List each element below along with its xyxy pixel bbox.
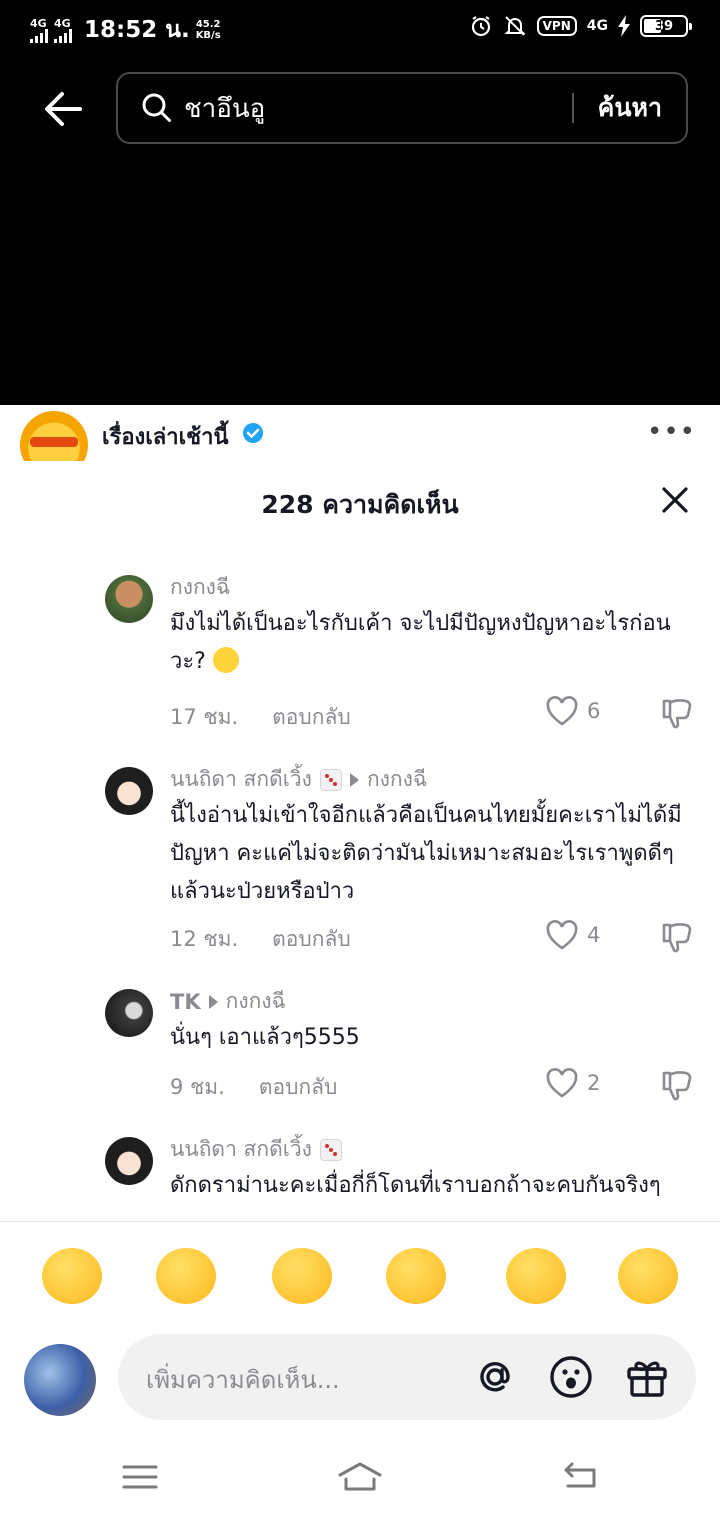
back-arrow-icon[interactable]	[40, 86, 86, 132]
comment-text: ดักดราม่านะคะเมื่อกี่ก็โดนที่เราบอกถ้าจะ…	[170, 1173, 661, 1198]
comment-avatar[interactable]	[105, 767, 153, 815]
like-count: 4	[587, 923, 601, 947]
tears-of-joy-emoji-icon[interactable]	[42, 1248, 102, 1304]
comment-username[interactable]: TK	[170, 990, 201, 1014]
search-box[interactable]: ชาอึนอู ค้นหา	[116, 72, 688, 144]
network-type-3: 4G	[586, 17, 608, 34]
vpn-indicator: VPN	[536, 16, 577, 36]
search-button[interactable]: ค้นหา	[574, 88, 686, 128]
like-count: 6	[587, 699, 601, 723]
heart-icon	[546, 920, 578, 950]
search-input[interactable]: ชาอึนอู	[184, 88, 572, 129]
sweat-smile-emoji-icon[interactable]	[272, 1248, 332, 1304]
system-navigation-bar	[0, 1436, 720, 1520]
like-button[interactable]: 6	[545, 695, 600, 727]
comment-text: นี้ไงอ่านไม่เข้าใจอีกแล้วคือเป็นคนไทยมั้…	[170, 803, 682, 904]
charging-icon	[618, 15, 630, 37]
thumbs-down-icon[interactable]	[660, 921, 694, 955]
menu-icon[interactable]	[120, 1460, 160, 1494]
heart-icon	[546, 696, 578, 726]
post-author-avatar[interactable]	[20, 411, 88, 461]
alarm-icon	[471, 16, 490, 37]
comment-text: นั่นๆ เอาแล้วๆ5555	[170, 1025, 360, 1050]
mute-bell-icon	[504, 16, 526, 36]
comment-input-placeholder: เพิ่มความคิดเห็น...	[146, 1366, 340, 1394]
comment-input[interactable]: เพิ่มความคิดเห็น...	[118, 1334, 696, 1420]
like-button[interactable]: 4	[545, 919, 600, 951]
network-speed: 45.2 KB/s	[196, 19, 221, 41]
reply-arrow-icon	[208, 994, 218, 1009]
comment-avatar[interactable]	[105, 989, 153, 1037]
clock: 18:52 น.	[84, 17, 190, 43]
comments-count-title: 228 ความคิดเห็น	[261, 490, 459, 519]
relieved-emoji-icon	[212, 647, 239, 673]
close-icon[interactable]	[660, 485, 690, 515]
search-icon	[142, 93, 171, 122]
speed-value: 45.2	[195, 19, 221, 30]
thumbs-down-icon[interactable]	[660, 697, 694, 731]
comment-time: 9 ชม.	[170, 1075, 225, 1099]
comment-avatar[interactable]	[105, 1137, 153, 1185]
signal-icon: 4G	[30, 18, 48, 43]
speed-unit: KB/s	[195, 30, 221, 41]
battery-level: 39	[654, 18, 674, 34]
reply-arrow-icon	[349, 772, 359, 787]
network-type-2: 4G	[54, 16, 71, 30]
reply-button[interactable]: ตอบกลับ	[272, 923, 351, 956]
reply-to-username[interactable]: กงกงฉี	[367, 763, 427, 796]
like-button[interactable]: 2	[545, 1067, 600, 1099]
comment-username[interactable]: กงกงฉี	[170, 571, 230, 604]
my-avatar[interactable]	[24, 1344, 96, 1416]
more-options-icon[interactable]: •••	[647, 417, 696, 447]
comment-username[interactable]: นนถิดา สกดีเวิ้ง	[170, 763, 312, 796]
comment-username[interactable]: นนถิดา สกดีเวิ้ง	[170, 1133, 312, 1166]
smiling-hearts-emoji-icon[interactable]	[506, 1248, 566, 1304]
quick-emoji-bar	[0, 1221, 720, 1326]
post-header: เรื่องเล่าเช้านี้ •••	[0, 405, 720, 461]
battery-icon: 39	[640, 15, 692, 37]
back-nav-icon[interactable]	[560, 1460, 600, 1494]
search-header: ชาอึนอู ค้นหา	[0, 56, 720, 405]
comment-time: 17 ชม.	[170, 705, 239, 729]
emoji-picker-icon[interactable]	[548, 1354, 594, 1400]
post-author-name[interactable]: เรื่องเล่าเช้านี้	[102, 419, 229, 454]
reply-to-username[interactable]: กงกงฉี	[226, 985, 286, 1018]
flushed-emoji-icon[interactable]	[618, 1248, 678, 1304]
reply-button[interactable]: ตอบกลับ	[272, 701, 351, 734]
comment-body: มึงไม่ได้เป็นอะไรกับเค้า จะไปมีปัญหงปัญห…	[170, 611, 671, 674]
like-count: 2	[587, 1071, 601, 1095]
thumbs-down-icon[interactable]	[660, 1069, 694, 1103]
mention-icon[interactable]	[472, 1354, 518, 1400]
dice-icon	[319, 1138, 342, 1161]
verified-badge-icon	[243, 423, 263, 443]
smirk-emoji-icon[interactable]	[386, 1248, 446, 1304]
signal-icon-2: 4G	[54, 18, 72, 43]
status-bar: 4G 4G 18:52 น. 45.2 KB/s VPN 4G 39	[0, 0, 720, 56]
crying-emoji-icon[interactable]	[156, 1248, 216, 1304]
comment-input-row: เพิ่มความคิดเห็น...	[0, 1326, 720, 1436]
network-type-1: 4G	[30, 16, 47, 30]
heart-icon	[546, 1068, 578, 1098]
comment-time: 12 ชม.	[170, 927, 239, 951]
home-icon[interactable]	[336, 1460, 384, 1494]
comments-sheet: 228 ความคิดเห็น กงกงฉี มึงไม่ได้เป็นอะไร…	[0, 461, 720, 1221]
gift-icon[interactable]	[624, 1354, 670, 1400]
comment-text: มึงไม่ได้เป็นอะไรกับเค้า จะไปมีปัญหงปัญห…	[170, 605, 700, 681]
dice-icon	[319, 768, 342, 791]
reply-button[interactable]: ตอบกลับ	[259, 1071, 338, 1104]
comment-avatar[interactable]	[105, 575, 153, 623]
